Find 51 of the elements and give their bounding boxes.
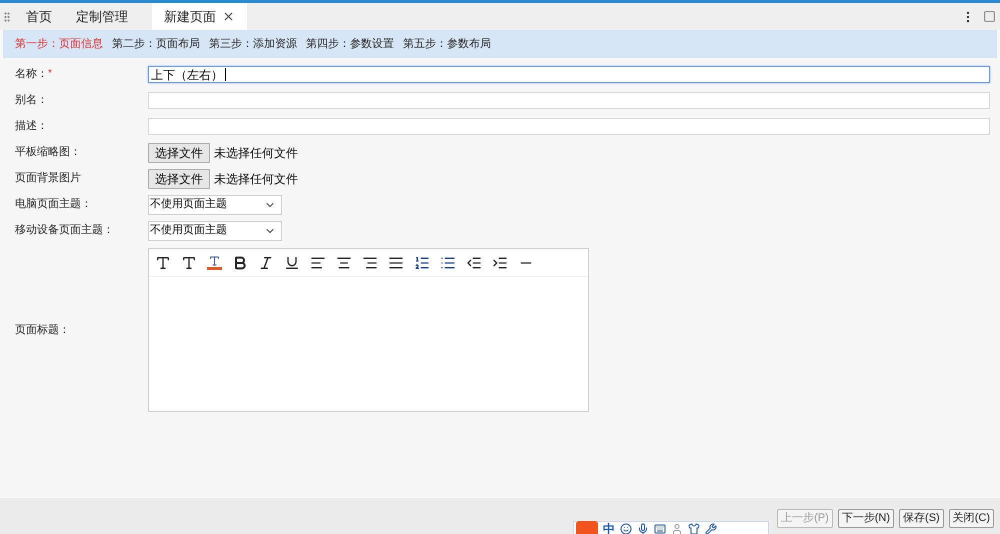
field-label: 电脑页面主题： bbox=[15, 196, 92, 212]
choose-file-button[interactable]: 选择文件 bbox=[148, 142, 210, 162]
step-label[interactable]: 第三步：添加资源 bbox=[209, 36, 297, 52]
step-label[interactable]: 第二步：页面布局 bbox=[112, 36, 200, 52]
field-label: 页面背景图片 bbox=[15, 170, 81, 186]
align-right-icon[interactable] bbox=[362, 254, 378, 270]
step-label[interactable]: 第四步：参数设置 bbox=[306, 36, 394, 52]
field-label: 名称： bbox=[15, 67, 48, 82]
file-status: 未选择任何文件 bbox=[214, 170, 298, 188]
tab[interactable]: 新建页面 bbox=[152, 3, 247, 30]
text-field[interactable] bbox=[148, 118, 990, 135]
bold-icon[interactable] bbox=[232, 254, 248, 270]
theme-select[interactable]: 不使用页面主题 bbox=[148, 220, 282, 240]
font-color-icon[interactable] bbox=[207, 255, 222, 270]
underline-icon[interactable] bbox=[284, 254, 300, 270]
italic-icon[interactable] bbox=[258, 254, 274, 270]
wrench-icon[interactable] bbox=[705, 523, 717, 534]
smile-icon[interactable] bbox=[620, 523, 632, 534]
microphone-icon[interactable] bbox=[637, 523, 649, 534]
field-label: 页面标题： bbox=[15, 322, 70, 338]
step-label[interactable]: 第五步：参数布局 bbox=[403, 36, 491, 52]
close-icon[interactable] bbox=[222, 10, 235, 23]
file-status: 未选择任何文件 bbox=[214, 144, 298, 162]
user-icon[interactable] bbox=[671, 523, 683, 534]
font-family-icon[interactable] bbox=[181, 254, 197, 270]
footer-button[interactable]: 关闭(C) bbox=[948, 509, 994, 528]
field-label: 描述： bbox=[15, 119, 48, 134]
text-field[interactable]: 上下（左右） bbox=[148, 66, 990, 83]
text-field[interactable] bbox=[148, 92, 990, 109]
field-label: 别名： bbox=[15, 93, 48, 108]
choose-file-button[interactable]: 选择文件 bbox=[148, 168, 210, 188]
bullet-list-icon[interactable] bbox=[440, 254, 456, 270]
theme-select[interactable]: 不使用页面主题 bbox=[148, 194, 282, 214]
font-size-icon[interactable] bbox=[155, 254, 171, 270]
shirt-icon[interactable] bbox=[688, 523, 700, 534]
tab[interactable]: 定制管理 bbox=[64, 3, 140, 30]
align-center-icon[interactable] bbox=[336, 254, 352, 270]
justify-icon[interactable] bbox=[388, 254, 404, 270]
ime-logo-icon bbox=[576, 521, 598, 534]
align-left-icon[interactable] bbox=[310, 254, 326, 270]
field-label: 平板缩略图： bbox=[15, 144, 81, 160]
tab[interactable]: 首页 bbox=[14, 3, 64, 30]
maximize-icon[interactable] bbox=[983, 10, 996, 23]
outdent-icon[interactable] bbox=[466, 254, 482, 270]
numbered-list-icon[interactable] bbox=[414, 254, 430, 270]
indent-icon[interactable] bbox=[492, 254, 508, 270]
required-mark: * bbox=[48, 67, 52, 82]
footer-button[interactable]: 保存(S) bbox=[899, 509, 944, 528]
keyboard-icon[interactable] bbox=[654, 523, 666, 534]
footer-button[interactable]: 下一步(N) bbox=[838, 509, 894, 528]
field-label: 移动设备页面主题： bbox=[15, 222, 114, 238]
